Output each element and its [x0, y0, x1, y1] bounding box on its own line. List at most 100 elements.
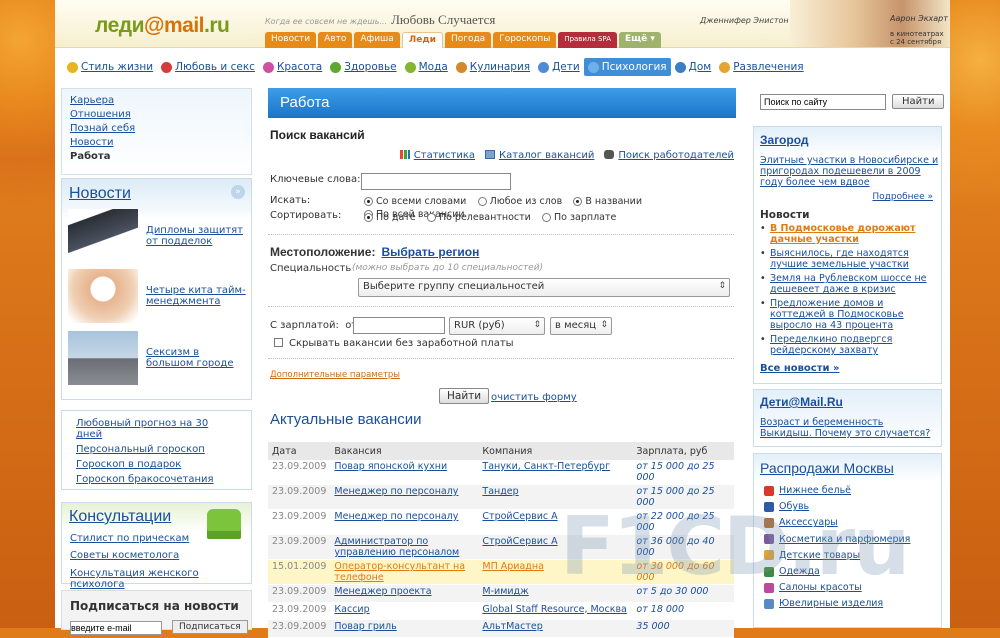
news-link[interactable]: В Подмосковье дорожают дачные участки	[770, 223, 916, 245]
speciality-select[interactable]: Выберите группу специальностей	[358, 278, 730, 297]
portal-tab-more[interactable]: Ещё ▾	[618, 32, 661, 48]
news-title[interactable]: Новости	[69, 185, 131, 203]
portal-tab-lady[interactable]: Леди	[401, 32, 443, 48]
horo-link[interactable]: Гороскоп бракосочетания	[76, 474, 214, 485]
news-image-diploma[interactable]	[68, 209, 138, 263]
find-button[interactable]: Найти	[439, 388, 490, 404]
nav-item[interactable]: Красота	[259, 58, 326, 76]
keywords-input[interactable]	[361, 173, 511, 190]
portal-tab-auto[interactable]: Авто	[318, 32, 353, 48]
news-link[interactable]: Земля на Рублевском шоссе не дешевеет да…	[770, 273, 927, 295]
zagorod-news-heading: Новости	[760, 209, 810, 221]
nav-item[interactable]: Любовь и секс	[157, 58, 259, 76]
radio-sort-salary[interactable]: По зарплате	[542, 212, 616, 223]
portal-tab-afisha[interactable]: Афиша	[354, 32, 400, 48]
movie-promo-banner[interactable]: Дженнифер Энистон Аарон Экхарт в кинотеа…	[700, 0, 950, 47]
hide-no-salary-checkbox[interactable]	[274, 338, 283, 347]
portal-tab-spa[interactable]: Правила SPA	[558, 32, 617, 48]
choose-region-link[interactable]: Выбрать регион	[381, 245, 479, 259]
company-link[interactable]: АльтМастер	[482, 621, 542, 632]
job-link[interactable]: Администратор по управлению персоналом	[334, 536, 459, 558]
nav-item[interactable]: Дом	[671, 58, 716, 76]
news-link[interactable]: Предложение домов и коттеджей в Подмоско…	[770, 298, 904, 331]
radio-in-title[interactable]: В названии	[573, 196, 642, 207]
company-link[interactable]: Тандер	[482, 486, 518, 497]
advanced-params-link[interactable]: Дополнительные параметры	[270, 370, 400, 380]
zagorod-lead-link[interactable]: Элитные участки в Новосибирске и пригоро…	[760, 155, 940, 188]
job-link[interactable]: Кассир	[334, 604, 369, 615]
subnav-news[interactable]: Новости	[70, 137, 113, 148]
nav-item[interactable]: Развлечения	[715, 58, 807, 76]
news-link[interactable]: Сексизм в большом городе	[146, 347, 248, 369]
company-link[interactable]: СтройСервис А	[482, 536, 557, 547]
portal-tab-horoscopes[interactable]: Гороскопы	[493, 32, 557, 48]
job-link[interactable]: Повар гриль	[334, 621, 396, 632]
subnav-career[interactable]: Карьера	[70, 95, 114, 106]
news-link[interactable]: Переделкино подвергся рейдерскому захват…	[770, 334, 892, 356]
period-select[interactable]: в месяц	[550, 317, 612, 335]
sales-item[interactable]: Нижнее бельё	[764, 485, 851, 496]
company-link[interactable]: Global Staff Resource, Москва	[482, 604, 626, 615]
nav-item[interactable]: Кулинария	[452, 58, 534, 76]
company-link[interactable]: МП Ариадна	[482, 561, 544, 572]
subnav-relations[interactable]: Отношения	[70, 109, 131, 120]
sales-item[interactable]: Ювелирные изделия	[764, 598, 883, 609]
clear-form-link[interactable]: очистить форму	[491, 392, 577, 403]
job-link[interactable]: Менеджер по персоналу	[334, 511, 458, 522]
subscribe-title: Подписаться на новости	[70, 599, 239, 613]
list-item: В Подмосковье дорожают дачные участки	[760, 223, 940, 245]
subscribe-email-input[interactable]	[70, 621, 162, 635]
news-link[interactable]: Выяснилось, где находятся лучшие земельн…	[770, 248, 909, 270]
news-link[interactable]: Дипломы защитят от подделок	[146, 225, 248, 247]
consult-link[interactable]: Консультация женского психолога	[70, 568, 251, 590]
consult-link[interactable]: Советы косметолога	[70, 550, 179, 561]
rss-icon[interactable]: »	[231, 185, 245, 199]
employer-search-link[interactable]: Поиск работодателей	[618, 150, 734, 161]
subnav-self[interactable]: Познай себя	[70, 123, 135, 134]
sales-link[interactable]: Ювелирные изделия	[779, 598, 883, 609]
deti-title[interactable]: Дети@Mail.Ru	[760, 395, 843, 409]
radio-sort-date[interactable]: По дате	[364, 212, 416, 223]
radio-all-words[interactable]: Со всеми словами	[364, 196, 466, 207]
portal-tab-weather[interactable]: Погода	[444, 32, 492, 48]
nav-item[interactable]: Дети	[534, 58, 584, 76]
horo-link[interactable]: Гороскоп в подарок	[76, 459, 181, 470]
job-link[interactable]: Оператор-консультант на телефоне	[334, 561, 465, 583]
company-link[interactable]: М-имидж	[482, 586, 528, 597]
job-link[interactable]: Менеджер проекта	[334, 586, 431, 597]
job-link[interactable]: Менеджер по персоналу	[334, 486, 458, 497]
consult-title[interactable]: Консультации	[69, 508, 171, 526]
stats-link[interactable]: Статистика	[414, 150, 475, 161]
deti-link[interactable]: Возраст и беременность	[760, 417, 883, 428]
site-logo[interactable]: леди@mail.ru	[95, 14, 230, 38]
news-image-clock[interactable]	[68, 269, 138, 323]
site-search-input[interactable]	[760, 94, 886, 110]
deti-link[interactable]: Выкидыш. Почему это случается?	[760, 428, 930, 439]
radio-any-word[interactable]: Любое из слов	[477, 196, 562, 207]
zagorod-more-link[interactable]: Подробнее »	[872, 192, 933, 202]
horo-link[interactable]: Любовный прогноз на 30 дней	[76, 418, 208, 440]
company-link[interactable]: СтройСервис А	[482, 511, 557, 522]
currency-select[interactable]: RUR (руб)	[449, 317, 545, 335]
all-news-link[interactable]: Все новости »	[760, 363, 839, 374]
news-image-city[interactable]	[68, 331, 138, 385]
subscribe-button[interactable]: Подписаться	[172, 620, 248, 634]
site-search-button[interactable]: Найти	[892, 94, 945, 109]
nav-item[interactable]: Здоровье	[326, 58, 400, 76]
catalog-link[interactable]: Каталог вакансий	[499, 150, 594, 161]
nav-item[interactable]: Мода	[401, 58, 452, 76]
consult-link[interactable]: Стилист по прическам	[70, 533, 189, 544]
news-link[interactable]: Четыре кита тайм-менеджмента	[146, 285, 248, 307]
horo-link[interactable]: Персональный гороскоп	[76, 444, 205, 455]
armchair-icon	[207, 509, 241, 539]
nav-item[interactable]: Психология	[583, 58, 671, 76]
company-link[interactable]: Тануки, Санкт-Петербург	[482, 461, 610, 472]
job-link[interactable]: Повар японской кухни	[334, 461, 447, 472]
nav-item[interactable]: Стиль жизни	[63, 58, 157, 76]
sales-title[interactable]: Распродажи Москвы	[760, 460, 894, 476]
zagorod-title[interactable]: Загород	[760, 133, 808, 147]
portal-tab-news[interactable]: Новости	[265, 32, 317, 48]
radio-sort-relevance[interactable]: По релевантности	[426, 212, 531, 223]
salary-input[interactable]	[353, 317, 445, 334]
sales-link[interactable]: Нижнее бельё	[779, 485, 851, 496]
